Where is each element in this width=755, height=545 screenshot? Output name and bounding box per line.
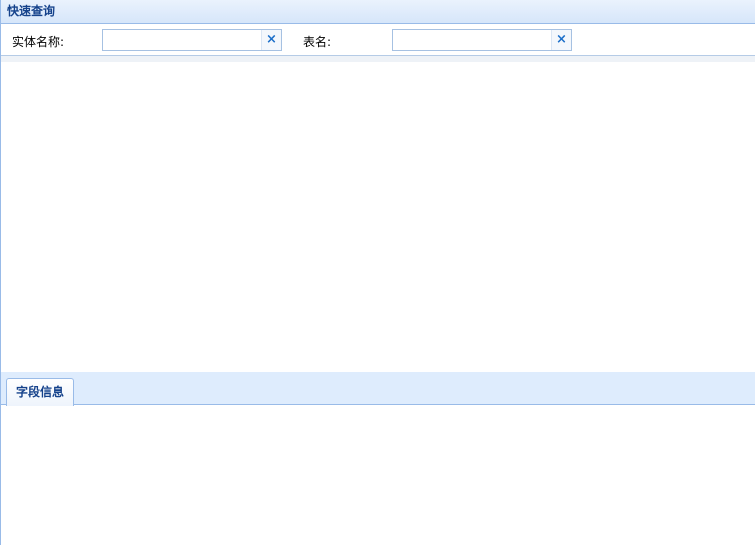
quick-search-form: 实体名称: × 表名: ×: [1, 24, 755, 56]
table-name-clear-icon[interactable]: ×: [551, 30, 571, 50]
entity-name-label: 实体名称:: [12, 35, 65, 49]
entity-name-input[interactable]: [103, 30, 261, 50]
entity-name-clear-icon[interactable]: ×: [261, 30, 281, 50]
table-name-label: 表名:: [303, 35, 332, 49]
tab-strip: 字段信息: [1, 372, 755, 406]
entity-name-field: ×: [102, 29, 282, 51]
quick-search-title: 快速查询: [1, 0, 755, 24]
app-root: 快速查询 实体名称: × 表名: × 字段信息: [0, 0, 755, 545]
field-info-content: [1, 405, 755, 545]
entity-grid: [1, 62, 755, 372]
detail-tab-panel: 字段信息: [1, 372, 755, 545]
table-name-field: ×: [392, 29, 572, 51]
quick-search-panel: 快速查询 实体名称: × 表名: ×: [1, 0, 755, 62]
table-name-input[interactable]: [393, 30, 551, 50]
tab-field-info[interactable]: 字段信息: [6, 378, 75, 406]
